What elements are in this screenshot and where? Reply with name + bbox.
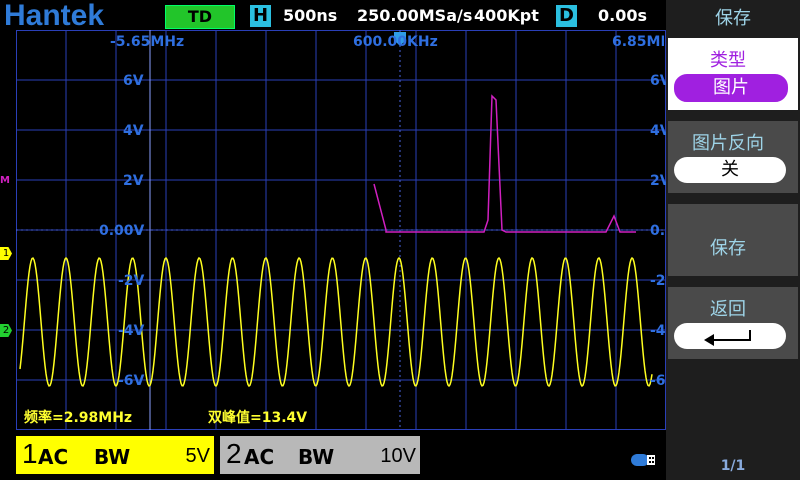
peak-to-peak-measurement: 双峰值=13.4V [208, 410, 308, 426]
page-indicator: 1/1 [720, 458, 746, 474]
menu-type-panel[interactable]: 类型 图片 [668, 38, 798, 110]
ch2-number: 2 [226, 438, 242, 469]
ch1-number: 1 [22, 438, 38, 469]
side-menu: 保存 类型 图片 图片反向 关 保存 返回 1/1 [666, 0, 800, 480]
brand-logo: Hantek [4, 0, 105, 32]
mode-badge[interactable]: TD [165, 5, 235, 29]
right-volt-label-6: 6V [650, 73, 666, 89]
menu-title: 保存 [715, 8, 751, 29]
delay-icon: D [556, 5, 577, 27]
invert-label: 图片反向 [692, 133, 764, 154]
volt-label-neg6: -6V [118, 373, 145, 389]
volt-label-4: 4V [123, 123, 144, 139]
ch2-level-marker[interactable]: 2 [0, 324, 12, 337]
volt-label-neg2: -2V [118, 273, 145, 289]
ch2-bandwidth: BW [298, 445, 335, 469]
volt-label-2: 2V [123, 173, 144, 189]
back-button[interactable]: 返回 [668, 287, 798, 359]
ch1-info-bar[interactable]: 1 AC BW 5V [16, 436, 214, 474]
timebase-value: 500ns [283, 6, 338, 25]
fft-freq-left-label: -5.65MHz [110, 34, 185, 50]
right-volt-label-4: 4V [650, 123, 666, 139]
volt-label-0: 0.00V [99, 223, 145, 239]
math-marker[interactable]: M [0, 175, 10, 186]
save-button[interactable]: 保存 [668, 204, 798, 276]
return-arrow-icon[interactable] [674, 323, 786, 349]
ch1-bandwidth: BW [94, 445, 131, 469]
frequency-measurement: 频率=2.98MHz [24, 410, 133, 426]
menu-invert-panel[interactable]: 图片反向 关 [668, 121, 798, 193]
right-volt-label-2: 2V [650, 173, 666, 189]
save-label: 保存 [710, 238, 746, 259]
horizontal-icon: H [250, 5, 271, 27]
ch1-waveform [19, 256, 653, 388]
sample-rate-value: 250.00MSa/s [357, 6, 473, 25]
type-value[interactable]: 图片 [674, 74, 788, 102]
type-label: 类型 [710, 50, 746, 71]
right-volt-label-neg2: -2 [650, 273, 666, 289]
right-volt-label-neg6: -6 [650, 373, 666, 389]
right-volt-label-neg4: -4 [650, 323, 666, 339]
ch1-level-marker[interactable]: 1 [0, 247, 12, 260]
ch2-coupling: AC [244, 445, 275, 469]
fft-freq-right-label: 6.85MHz [612, 34, 664, 50]
fft-freq-center-label: 600.00KHz [353, 34, 438, 50]
volt-label-6: 6V [123, 73, 144, 89]
ch2-info-bar[interactable]: 2 AC BW 10V [220, 436, 420, 474]
volt-label-neg4: -4V [118, 323, 145, 339]
math-fft-waveform [373, 94, 636, 233]
usb-storage-icon [630, 452, 656, 468]
back-label: 返回 [710, 299, 746, 320]
ch1-volts-div: 5V [185, 445, 210, 467]
trigger-delay-value: 0.00s [598, 6, 647, 25]
ch1-coupling: AC [38, 445, 69, 469]
ch2-volts-div: 10V [380, 445, 416, 467]
right-volt-label-0: 0. [650, 223, 666, 239]
invert-value[interactable]: 关 [674, 157, 786, 183]
memory-depth-value: 400Kpt [474, 6, 539, 25]
